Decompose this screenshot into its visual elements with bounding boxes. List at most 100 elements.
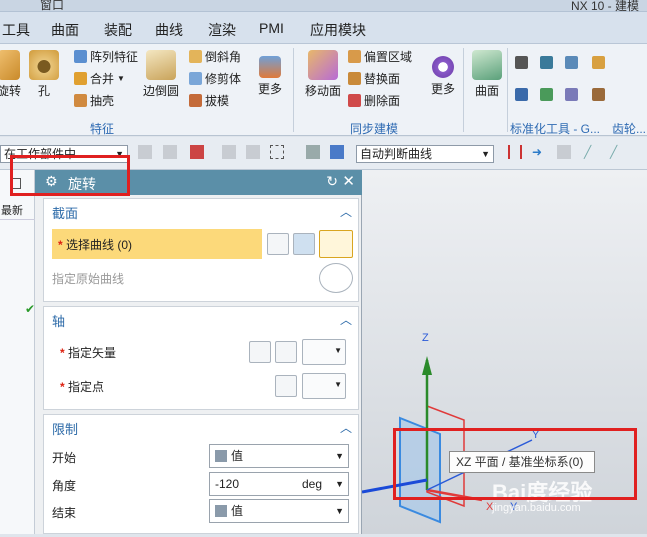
pattern-feature-button[interactable]: 阵列特征: [74, 48, 138, 65]
cube-icon[interactable]: [330, 145, 344, 159]
std-tool-icon: [540, 88, 553, 101]
revolve-button[interactable]: 旋转: [0, 50, 22, 99]
line-icon[interactable]: ╱: [584, 145, 598, 159]
section-panel: 截面 ︿ * 选择曲线 (0) 指定原始曲线: [43, 198, 359, 302]
vector-type-dropdown[interactable]: ▼: [302, 339, 346, 365]
chamfer-button[interactable]: 倒斜角: [189, 48, 241, 65]
delete-face-button[interactable]: 删除面: [348, 92, 400, 109]
std-tool-3[interactable]: [565, 56, 578, 69]
replace-face-icon: [348, 72, 361, 85]
angle-label: 角度: [52, 479, 77, 493]
offset-region-button[interactable]: 偏置区域: [348, 48, 412, 65]
menu-assembly[interactable]: 装配: [104, 20, 132, 40]
more-icon: [259, 56, 281, 78]
title-bar: 窗口 NX 10 - 建模: [0, 0, 647, 13]
chevron-up-icon[interactable]: ︿: [340, 203, 352, 220]
grid-snap-icon[interactable]: [557, 145, 571, 159]
reverse-vector-icon[interactable]: [249, 341, 271, 363]
std-tool-icon: [515, 56, 528, 69]
start-type-select[interactable]: 值 ▼: [209, 444, 349, 468]
navigator-column-header[interactable]: 最新: [0, 202, 35, 220]
chamfer-icon: [189, 50, 202, 63]
limits-panel: 限制 ︿ 开始 值 ▼ 角度 -120 deg ▼ 结束 值 ▼: [43, 414, 359, 534]
line-icon-2[interactable]: ╱: [610, 145, 624, 159]
required-asterisk: *: [58, 238, 63, 252]
menu-tools[interactable]: 工具: [2, 20, 30, 40]
curve-rule-combo[interactable]: 自动判断曲线 ▼: [356, 145, 494, 163]
deselect-icon[interactable]: [222, 145, 236, 159]
move-face-button[interactable]: 移动面: [304, 50, 342, 99]
lasso-icon[interactable]: [246, 145, 260, 159]
arrow-right-icon[interactable]: ➜: [532, 145, 546, 159]
menu-curve[interactable]: 曲线: [155, 20, 183, 40]
close-icon[interactable]: ✕: [342, 172, 355, 190]
angle-unit[interactable]: deg: [302, 473, 322, 495]
std-tool-1[interactable]: [515, 56, 528, 69]
between-icon[interactable]: [508, 145, 522, 159]
std-tool-icon: [540, 56, 553, 69]
specify-vector-label: 指定矢量: [68, 346, 117, 360]
group-gear-label[interactable]: 齿轮...: [612, 120, 646, 137]
shell-button[interactable]: 抽壳: [74, 92, 114, 109]
std-tool-2[interactable]: [540, 56, 553, 69]
std-tool-6[interactable]: [565, 88, 578, 101]
point-dialog-icon[interactable]: [275, 375, 297, 397]
draft-button[interactable]: 拔模: [189, 92, 229, 109]
z-axis-arrow: [422, 356, 432, 375]
group-std-tools-label[interactable]: 标准化工具 - G...: [510, 120, 600, 137]
edge-blend-button[interactable]: 边倒圆: [143, 50, 179, 99]
std-tool-4[interactable]: [515, 88, 528, 101]
chevron-down-icon: ▼: [335, 506, 344, 516]
chevron-down-icon: ▼: [334, 380, 342, 389]
ribbon-separator: [507, 48, 508, 132]
more-feature-button[interactable]: 更多: [256, 50, 284, 97]
start-label: 开始: [52, 451, 77, 465]
eraser-icon[interactable]: [306, 145, 320, 159]
draft-icon: [189, 94, 202, 107]
menu-bar: 工具 曲面 装配 曲线 渲染 PMI 应用模块: [0, 12, 647, 44]
group-feature-label: 特征: [90, 122, 115, 136]
origin-curve-icon[interactable]: [319, 263, 353, 293]
curve-icon[interactable]: [319, 230, 353, 258]
select-curve-row[interactable]: * 选择曲线 (0): [52, 229, 262, 259]
select-icon[interactable]: [190, 145, 204, 159]
sketch-section-icon[interactable]: [293, 233, 315, 255]
ribbon: 旋转 孔 阵列特征 合并 ▼ 抽壳 边倒圆 倒斜角 修剪体 拔模 更多 特征 移动…: [0, 44, 647, 136]
std-tool-5[interactable]: [540, 88, 553, 101]
chevron-up-icon[interactable]: ︿: [340, 311, 352, 328]
axis-panel: 轴 ︿ * 指定矢量 ▼ * 指定点 ▼: [43, 306, 359, 410]
snap-icon[interactable]: [163, 145, 177, 159]
ribbon-separator: [463, 48, 464, 132]
gear-tool-2[interactable]: [592, 88, 605, 101]
combine-button[interactable]: 合并 ▼: [74, 70, 125, 87]
angle-input[interactable]: -120 deg ▼: [209, 472, 349, 496]
deselect-curve-icon[interactable]: [267, 233, 289, 255]
section-header[interactable]: 截面: [52, 203, 78, 222]
gear-tool-1[interactable]: [592, 56, 605, 69]
menu-render[interactable]: 渲染: [208, 20, 236, 40]
filter-icon[interactable]: [138, 145, 152, 159]
gear-tool-icon: [592, 88, 605, 101]
menu-app-modules[interactable]: 应用模块: [310, 20, 366, 40]
menu-pmi[interactable]: PMI: [259, 20, 284, 36]
axis-header[interactable]: 轴: [52, 311, 65, 330]
delete-face-icon: [348, 94, 361, 107]
trim-body-button[interactable]: 修剪体: [189, 70, 241, 87]
replace-face-button[interactable]: 替换面: [348, 70, 400, 87]
annotation-box-plane: [393, 428, 637, 500]
end-type-select[interactable]: 值 ▼: [209, 499, 349, 523]
chevron-down-icon: ▼: [334, 346, 342, 355]
group-sync-label: 同步建模: [350, 122, 399, 136]
surface-button[interactable]: 曲面: [471, 50, 503, 99]
point-type-dropdown[interactable]: ▼: [302, 373, 346, 399]
menu-surface[interactable]: 曲面: [51, 20, 79, 40]
rectangle-select-icon[interactable]: [270, 145, 284, 159]
chevron-up-icon[interactable]: ︿: [340, 419, 352, 436]
unite-icon: [74, 72, 87, 85]
more-sync-button[interactable]: 更多: [429, 50, 457, 97]
limits-header[interactable]: 限制: [52, 419, 78, 438]
hole-button[interactable]: 孔: [28, 50, 60, 99]
pattern-icon: [74, 50, 87, 63]
vector-dialog-icon[interactable]: [275, 341, 297, 363]
reset-icon[interactable]: ↻: [326, 173, 338, 190]
